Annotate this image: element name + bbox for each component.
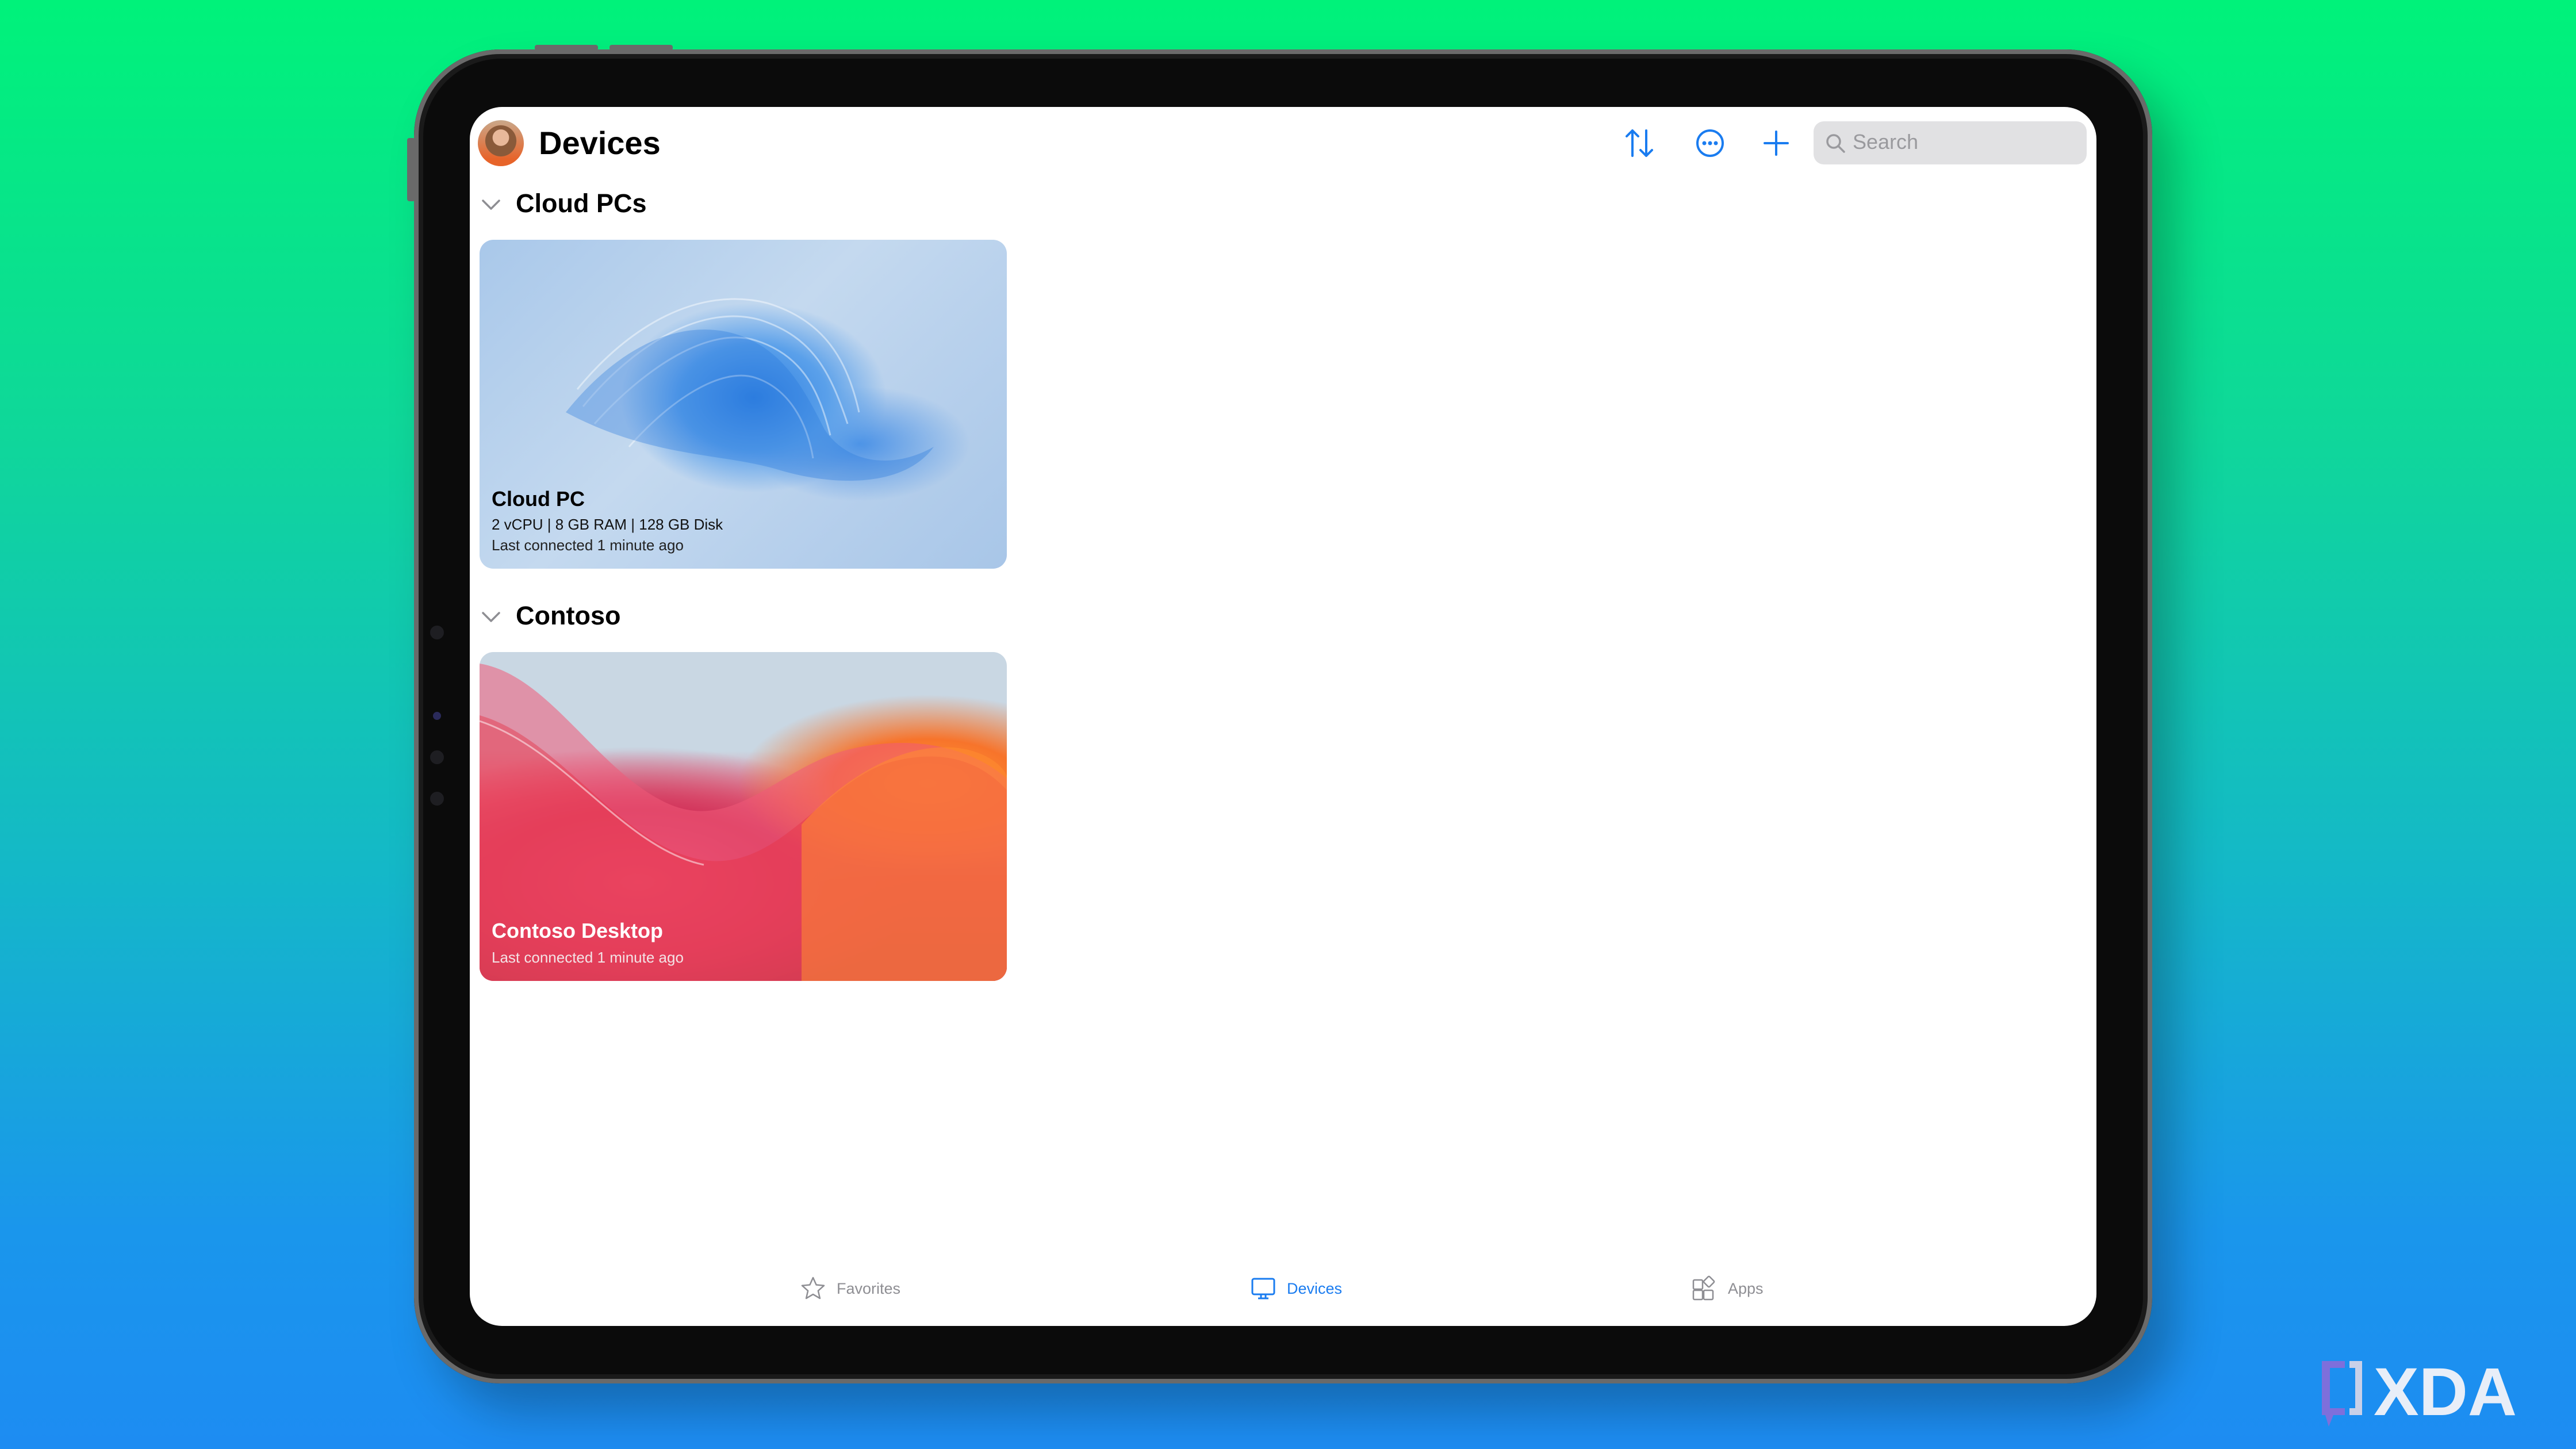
device-card-contoso-desktop[interactable]: Contoso Desktop Last connected 1 minute … [480, 652, 1007, 981]
device-name: Cloud PC [492, 487, 585, 511]
tablet-side-button [407, 138, 415, 201]
apps-icon [1692, 1275, 1715, 1301]
device-card-cloud-pc[interactable]: Cloud PC 2 vCPU | 8 GB RAM | 128 GB Disk… [480, 240, 1007, 569]
more-icon[interactable] [1693, 126, 1727, 160]
device-specs: 2 vCPU | 8 GB RAM | 128 GB Disk [492, 516, 723, 533]
tab-label: Favorites [837, 1279, 901, 1297]
tab-apps[interactable]: Apps [1691, 1271, 1764, 1306]
camera-sensor [433, 712, 441, 720]
page-title: Devices [539, 125, 661, 161]
camera-sensor [430, 626, 444, 639]
sort-icon[interactable] [1622, 126, 1657, 160]
section-header-contoso[interactable]: Contoso [516, 601, 620, 631]
tab-label: Devices [1287, 1279, 1343, 1297]
camera-sensor [430, 792, 444, 806]
xda-watermark-logo: XDA [2322, 1355, 2517, 1430]
avatar[interactable] [478, 120, 524, 166]
tablet-top-button [610, 45, 673, 51]
chevron-down-icon[interactable] [480, 196, 503, 213]
device-name: Contoso Desktop [492, 919, 664, 942]
device-status: Last connected 1 minute ago [492, 949, 684, 966]
star-icon [801, 1276, 825, 1300]
monitor-icon [1251, 1278, 1275, 1300]
svg-text:XDA: XDA [2374, 1355, 2517, 1430]
search-input[interactable]: Search [1814, 121, 2087, 164]
tab-favorites[interactable]: Favorites [800, 1271, 900, 1306]
add-icon[interactable] [1759, 126, 1793, 160]
tab-devices[interactable]: Devices [1250, 1271, 1342, 1306]
camera-sensor [430, 750, 444, 764]
tablet-top-button [535, 45, 598, 51]
search-icon [1824, 132, 1847, 155]
tab-label: Apps [1728, 1279, 1764, 1297]
app-screen: Devices Search Cloud PCs Cloud PC 2 vCPU… [470, 107, 2096, 1326]
device-status: Last connected 1 minute ago [492, 536, 684, 554]
chevron-down-icon[interactable] [480, 608, 503, 626]
section-header-cloud-pcs[interactable]: Cloud PCs [516, 189, 647, 218]
search-placeholder: Search [1853, 130, 1919, 154]
